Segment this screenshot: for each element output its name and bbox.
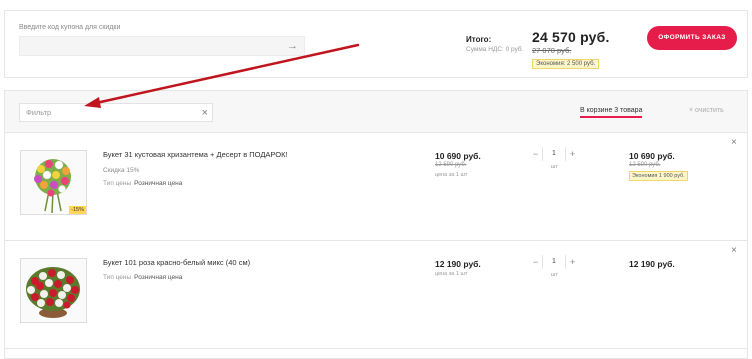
row-old-total: 12 590 руб. — [629, 162, 661, 168]
discount-text: Скидка 15% — [103, 167, 140, 174]
quantity-input[interactable]: 1 — [543, 255, 565, 269]
price-type-key: Тип цены — [103, 274, 132, 281]
quantity-stepper: − 1 + — [529, 255, 579, 269]
vat-label: Сумма НДС: 0 руб. — [466, 46, 524, 53]
discount-tag: -15% — [69, 206, 86, 214]
cart-item — [4, 349, 748, 359]
checkout-button[interactable]: ОФОРМИТЬ ЗАКАЗ — [647, 26, 737, 50]
product-name-link[interactable]: Букет 101 роза красно-белый микс (40 см) — [103, 258, 250, 267]
price-type-value: Розничная цена — [134, 180, 183, 187]
total-label: Итого: — [466, 35, 492, 44]
price-type-value: Розничная цена — [134, 274, 183, 281]
old-total-price: 27 070 руб. — [532, 46, 572, 55]
cart-filter-bar: Фильтр × В корзине 3 товара × очистить — [4, 90, 748, 133]
roses-bouquet-image — [21, 259, 86, 322]
apply-coupon-arrow-icon[interactable]: → — [287, 40, 298, 52]
row-total-price: 10 690 руб. — [629, 151, 675, 161]
quantity-unit: шт — [551, 164, 558, 170]
row-economy-badge: Экономия 1 900 руб. — [629, 171, 688, 181]
cart-item: Букет 101 роза красно-белый микс (40 см)… — [4, 241, 748, 349]
price-type-key: Тип цены — [103, 180, 132, 187]
unit-old-price: 12 590 руб. — [435, 162, 467, 168]
filter-clear-icon[interactable]: × — [202, 106, 208, 120]
unit-price: 12 190 руб. — [435, 259, 481, 269]
quantity-stepper: − 1 + — [529, 147, 579, 161]
chrysanthemum-bouquet-image — [21, 151, 86, 214]
remove-item-icon[interactable]: × — [731, 246, 737, 256]
remove-item-icon[interactable]: × — [731, 138, 737, 148]
unit-price: 10 690 руб. — [435, 151, 481, 161]
order-summary: Введите код купона для скидки → Итого: С… — [4, 10, 748, 78]
cart-item: -15% Букет 31 кустовая хризантема + Десе… — [4, 133, 748, 241]
price-type: Тип цены Розничная цена — [103, 180, 182, 187]
coupon-label: Введите код купона для скидки — [19, 24, 121, 31]
clear-cart-button[interactable]: × очистить — [689, 107, 724, 114]
product-image[interactable]: -15% — [20, 150, 87, 215]
row-total-price: 12 190 руб. — [629, 259, 675, 269]
minus-icon[interactable]: − — [529, 147, 543, 161]
economy-badge: Экономия: 2 500 руб. — [532, 59, 600, 69]
minus-icon[interactable]: − — [529, 255, 543, 269]
quantity-unit: шт — [551, 272, 558, 278]
cart-count-tab[interactable]: В корзине 3 товара — [580, 107, 643, 118]
product-name-link[interactable]: Букет 31 кустовая хризантема + Десерт в … — [103, 150, 288, 159]
filter-input[interactable]: Фильтр × — [19, 103, 213, 122]
unit-price-note: цена за 1 шт — [435, 172, 468, 178]
filter-placeholder: Фильтр — [26, 108, 52, 117]
unit-price-note: цена за 1 шт — [435, 271, 468, 277]
quantity-input[interactable]: 1 — [543, 147, 565, 161]
total-price: 24 570 руб. — [532, 29, 610, 45]
price-type: Тип цены Розничная цена — [103, 274, 182, 281]
coupon-input[interactable]: → — [19, 36, 305, 56]
product-image[interactable] — [20, 258, 87, 323]
plus-icon[interactable]: + — [565, 255, 579, 269]
plus-icon[interactable]: + — [565, 147, 579, 161]
